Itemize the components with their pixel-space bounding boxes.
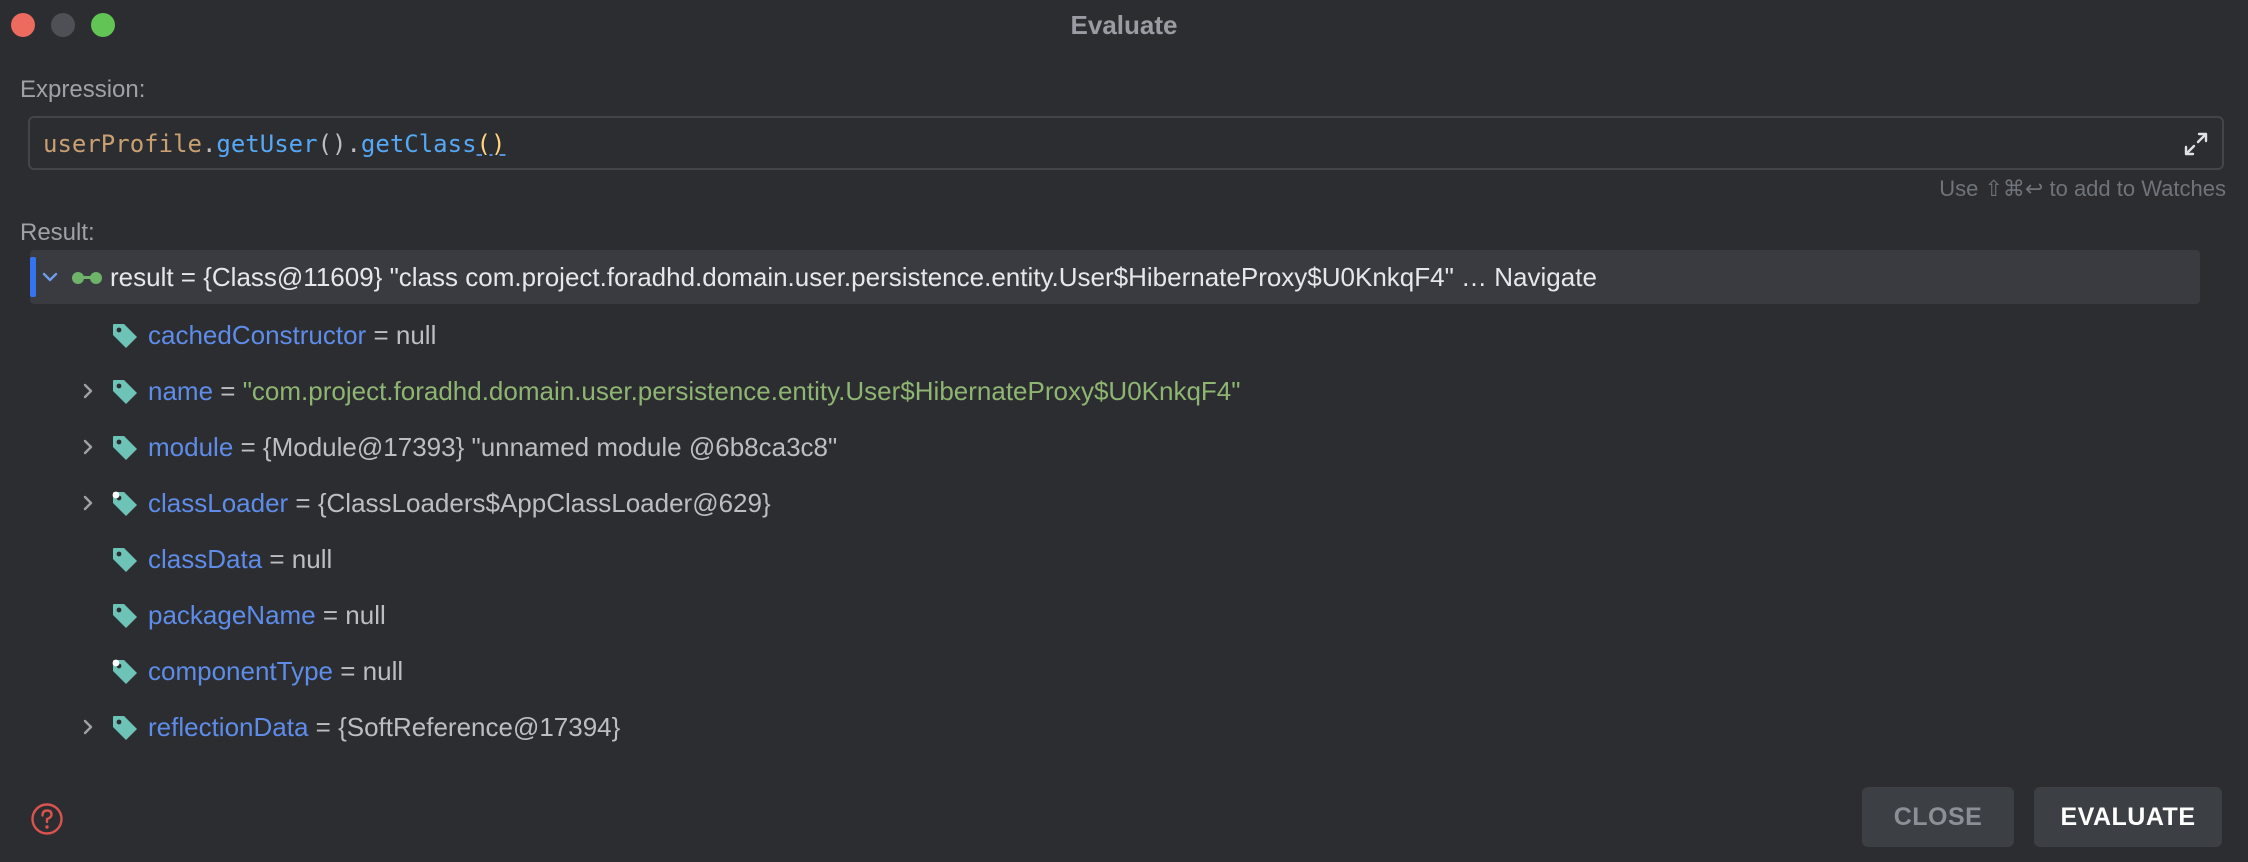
tree-row-classData[interactable]: classData = null [0, 532, 2248, 586]
field-name: classLoader [148, 488, 289, 518]
field-name: classData [148, 544, 263, 574]
help-button[interactable] [24, 801, 63, 835]
field-value: null [291, 544, 333, 574]
expr-token: getClass [360, 130, 477, 158]
window-title: Evaluate [1070, 10, 1178, 40]
result-root-row[interactable]: result = {Class@11609} "class com.projec… [30, 250, 2200, 304]
field-tag-icon [113, 324, 137, 348]
field-name: componentType [148, 656, 334, 686]
expr-token: userProfile [43, 130, 202, 158]
field-value: null [345, 600, 386, 630]
watches-hint: Use ⇧⌘↩ to add to Watches [1939, 176, 2226, 201]
tree-row-text: cachedConstructor = null [148, 308, 436, 362]
question-mark-icon [31, 803, 63, 835]
tree-row-classLoader[interactable]: classLoader = {ClassLoaders$AppClassLoad… [0, 476, 2248, 530]
selection-indicator [30, 257, 36, 297]
result-label: Result: [20, 219, 95, 246]
equals-sign: = [288, 488, 318, 518]
field-tag-icon [113, 380, 137, 404]
expr-token: () [476, 130, 506, 158]
chevron-right-icon[interactable] [76, 379, 100, 403]
field-value: {Module@17393} "unnamed module @6b8ca3c8… [262, 432, 838, 462]
field-name: cachedConstructor [148, 320, 367, 350]
expand-icon[interactable] [2182, 130, 2210, 158]
equals-sign: = [213, 376, 243, 406]
expr-token: () [317, 130, 347, 158]
field-tag-icon [113, 604, 137, 628]
field-value: null [395, 320, 437, 350]
expr-token: . [346, 130, 361, 158]
field-value: "com.project.foradhd.domain.user.persist… [242, 376, 1241, 406]
result-root-text: result = {Class@11609} "class com.projec… [110, 262, 1597, 292]
chevron-right-icon[interactable] [76, 491, 100, 515]
static-field-tag-icon [112, 659, 137, 684]
tree-row-text: classData = null [148, 532, 332, 586]
watch-glasses-icon [72, 272, 102, 284]
field-name: packageName [148, 600, 316, 630]
equals-sign: = [315, 600, 346, 630]
tree-row-text: reflectionData = {SoftReference@17394} [148, 700, 620, 754]
tree-row-text: componentType = null [148, 644, 403, 698]
expression-input[interactable]: userProfile.getUser().getClass() [28, 116, 2224, 170]
field-name: reflectionData [148, 712, 309, 742]
equals-sign: = [308, 712, 339, 742]
field-value: null [362, 656, 404, 686]
chevron-right-icon[interactable] [76, 715, 100, 739]
equals-sign: = [233, 432, 263, 462]
title-bar: Evaluate [0, 0, 2248, 50]
static-field-tag-icon [112, 491, 137, 516]
tree-row-text: classLoader = {ClassLoaders$AppClassLoad… [148, 476, 771, 530]
chevron-right-icon[interactable] [76, 435, 100, 459]
field-name: name [148, 376, 214, 406]
tree-row-packageName[interactable]: packageName = null [0, 588, 2248, 642]
field-name: module [148, 432, 234, 462]
tree-row-componentType[interactable]: componentType = null [0, 644, 2248, 698]
equals-sign: = [333, 656, 363, 686]
close-button[interactable]: CLOSE [1862, 787, 2014, 847]
tree-row-text: module = {Module@17393} "unnamed module … [148, 420, 837, 474]
field-tag-icon [113, 548, 137, 572]
field-value: {SoftReference@17394} [338, 712, 621, 742]
field-tag-icon [113, 716, 137, 740]
expression-label: Expression: [20, 76, 146, 103]
tree-row-module[interactable]: module = {Module@17393} "unnamed module … [0, 420, 2248, 474]
expression-code[interactable]: userProfile.getUser().getClass() [43, 130, 505, 158]
tree-row-text: packageName = null [148, 588, 386, 642]
equals-sign: = [262, 544, 292, 574]
field-tag-icon [113, 436, 137, 460]
expr-token: getUser [216, 130, 318, 158]
equals-sign: = [366, 320, 396, 350]
field-value: {ClassLoaders$AppClassLoader@629} [317, 488, 771, 518]
expr-token: . [201, 130, 217, 158]
chevron-down-icon[interactable] [38, 265, 62, 289]
tree-row-name[interactable]: name = "com.project.foradhd.domain.user.… [0, 364, 2248, 418]
tree-row-reflectionData[interactable]: reflectionData = {SoftReference@17394} [0, 700, 2248, 754]
tree-row-cachedConstructor[interactable]: cachedConstructor = null [0, 308, 2248, 362]
evaluate-button[interactable]: EVALUATE [2034, 787, 2222, 847]
tree-row-text: name = "com.project.foradhd.domain.user.… [148, 364, 1241, 418]
